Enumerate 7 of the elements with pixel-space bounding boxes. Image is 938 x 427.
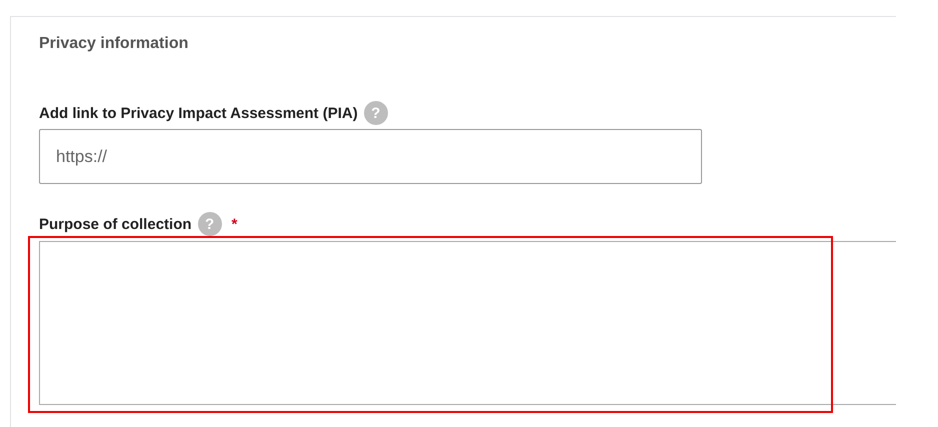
help-icon[interactable]: ? <box>198 212 222 236</box>
help-icon[interactable]: ? <box>364 101 388 125</box>
section-title: Privacy information <box>39 35 190 54</box>
field-label: Add link to Privacy Impact Assessment (PIA) <box>39 104 358 122</box>
url-input-field[interactable]: https:// <box>39 129 702 184</box>
required-mark: * <box>232 216 238 232</box>
field-label: Purpose of collection <box>39 216 192 232</box>
